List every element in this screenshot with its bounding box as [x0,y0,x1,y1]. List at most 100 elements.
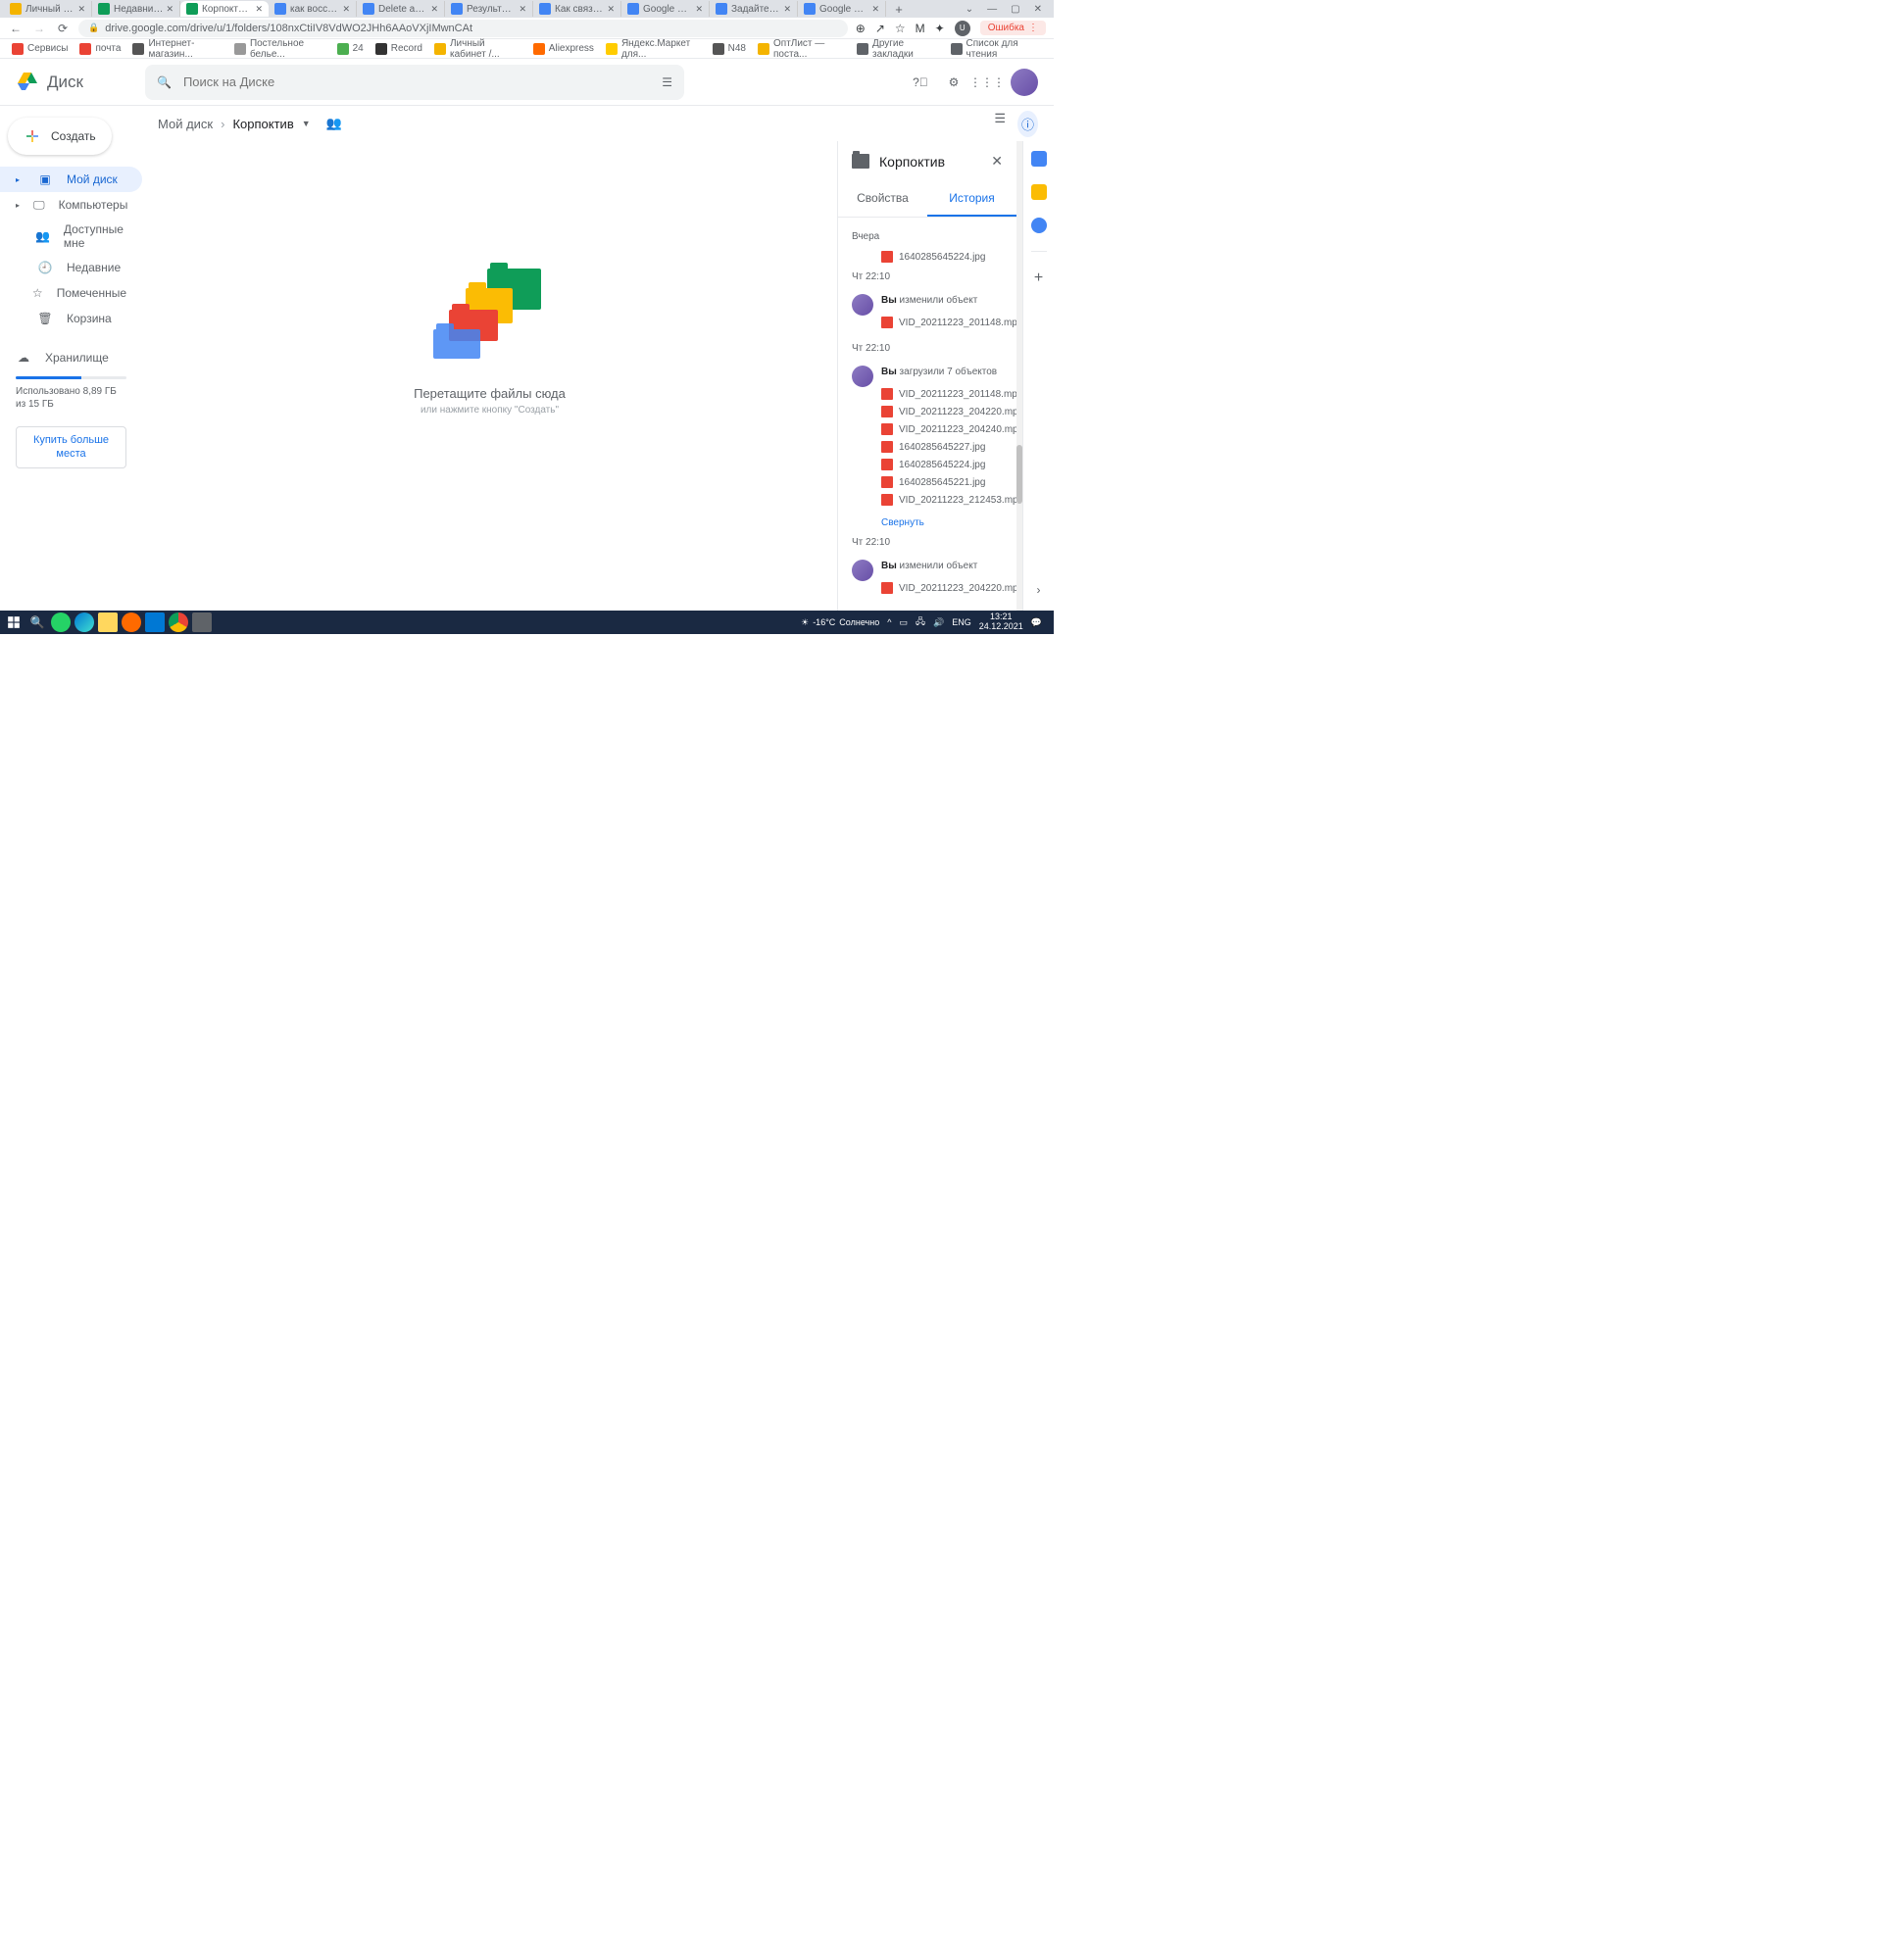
drive-logo[interactable]: Диск [16,71,145,94]
search-box[interactable]: 🔍 ☰ [145,65,684,100]
bookmark-item[interactable]: Список для чтения [947,36,1046,62]
chrome-icon[interactable] [169,612,188,632]
maximize-button[interactable]: ▢ [1011,4,1019,15]
close-tab-icon[interactable]: ✕ [342,4,350,15]
activity-file[interactable]: VID_20211223_212453.mp4 [881,491,1016,509]
close-window-button[interactable]: ✕ [1034,4,1042,15]
sidebar-item-storage[interactable]: ☁ Хранилище [16,345,126,370]
browser-tab[interactable]: как восстановит✕ [269,1,357,17]
browser-tab[interactable]: Как связаться со✕ [533,1,621,17]
sidebar-item-Доступные мне[interactable]: 👥Доступные мне [0,218,142,255]
share-icon[interactable]: ↗ [875,22,885,35]
close-tab-icon[interactable]: ✕ [871,4,879,15]
sidebar-item-Мой диск[interactable]: ▸▣Мой диск [0,167,142,192]
profile-avatar-small[interactable]: U [955,21,970,36]
chevron-down-icon[interactable]: ▼ [302,119,311,128]
sidebar-item-Компьютеры[interactable]: ▸🖵Компьютеры [0,192,142,218]
language-indicator[interactable]: ENG [952,617,971,627]
tray-icon-1[interactable]: ▭ [899,617,908,628]
activity-file[interactable]: VID_20211223_201148.mp4 [881,314,1016,331]
activity-file[interactable]: 1640285645227.jpg [881,438,1016,456]
clock[interactable]: 13:21 24.12.2021 [979,612,1023,632]
sidebar-item-Недавние[interactable]: 🕘Недавние [0,255,142,280]
bookmark-item[interactable]: Яндекс.Маркет для... [602,36,705,62]
bookmark-item[interactable]: ОптЛист — поста... [754,36,849,62]
buy-storage-button[interactable]: Купить больше места [16,426,126,468]
activity-file[interactable]: VID_20211223_201148.mp4 [881,385,1016,403]
chevron-down-icon[interactable]: ⌄ [966,4,973,15]
bookmark-item[interactable]: Личный кабинет /... [430,36,525,62]
search-taskbar-icon[interactable]: 🔍 [27,612,47,632]
browser-tab[interactable]: Google Перевод✕ [798,1,886,17]
new-tab-button[interactable]: + [890,2,908,16]
browser-tab[interactable]: Google Drive Co✕ [621,1,710,17]
info-icon[interactable]: ⓘ [1017,111,1038,137]
bookmark-item[interactable]: Другие закладки [853,36,942,62]
apps-grid-icon[interactable]: ⋮⋮⋮ [977,73,997,92]
gmail-icon[interactable]: M [916,22,925,35]
whatsapp-icon[interactable] [51,612,71,632]
bookmark-item[interactable]: 24 [333,36,368,62]
close-panel-button[interactable]: ✕ [991,153,1003,170]
activity-file[interactable]: 1640285645224.jpg [838,248,1016,266]
collapse-rail-button[interactable]: › [1037,583,1041,597]
settings-icon[interactable]: ⚙ [944,73,964,92]
activity-file[interactable]: 1640285645224.jpg [881,456,1016,473]
bookmark-item[interactable]: почта [75,36,124,62]
bookmark-item[interactable]: Сервисы [8,36,72,62]
close-tab-icon[interactable]: ✕ [607,4,615,15]
extensions-icon[interactable]: ✦ [935,22,945,35]
close-tab-icon[interactable]: ✕ [430,4,438,15]
bookmark-item[interactable]: Aliexpress [529,36,598,62]
notifications-icon[interactable]: 💬 [1031,617,1042,628]
close-tab-icon[interactable]: ✕ [166,4,173,15]
profile-avatar[interactable] [1011,69,1038,96]
list-view-icon[interactable]: ☰ [994,111,1006,137]
star-icon[interactable]: ☆ [895,22,906,35]
browser-tab[interactable]: Задайте вопрос✕ [710,1,798,17]
url-input[interactable]: 🔒 drive.google.com/drive/u/1/folders/108… [78,20,848,37]
close-tab-icon[interactable]: ✕ [695,4,703,15]
browser-tab[interactable]: Личный кабинет✕ [4,1,92,17]
bookmark-item[interactable]: Record [371,36,426,62]
browser-tab[interactable]: Недавние – Goog✕ [92,1,180,17]
add-addon-button[interactable]: + [1034,270,1043,287]
tab-properties[interactable]: Свойства [838,181,927,217]
tray-chevron-icon[interactable]: ^ [887,617,891,627]
tasks-icon[interactable] [1031,218,1047,233]
calendar-icon[interactable] [1031,151,1047,167]
tab-history[interactable]: История [927,181,1016,217]
bookmark-item[interactable]: Постельное белье... [230,36,329,62]
reload-button[interactable]: ⟳ [55,21,71,36]
close-tab-icon[interactable]: ✕ [255,4,263,15]
bookmark-item[interactable]: Интернет-магазин... [128,36,226,62]
search-options-icon[interactable]: ☰ [662,75,672,89]
breadcrumb-root[interactable]: Мой диск [158,117,213,131]
edge-icon[interactable] [74,612,94,632]
sidebar-item-Корзина[interactable]: 🗑Корзина [0,306,142,331]
close-tab-icon[interactable]: ✕ [519,4,526,15]
bookmark-item[interactable]: N48 [709,36,750,62]
activity-file[interactable]: VID_20211223_204220.mp4 [881,403,1016,420]
scrollbar[interactable] [1016,141,1022,611]
empty-state[interactable]: Перетащите файлы сюда или нажмите кнопку… [142,141,837,611]
browser-tab[interactable]: Результаты поис✕ [445,1,533,17]
scrollbar-thumb[interactable] [1016,445,1022,504]
volume-icon[interactable]: 🔊 [933,617,944,628]
app-icon-1[interactable] [122,612,141,632]
mail-icon[interactable] [145,612,165,632]
explorer-icon[interactable] [98,612,118,632]
network-icon[interactable]: 🖧 [916,614,925,630]
start-button[interactable] [4,612,24,632]
activity-file[interactable]: VID_20211223_204220.mp4 [881,579,1016,597]
back-button[interactable]: ← [8,21,24,36]
search-input[interactable] [183,74,650,89]
install-icon[interactable]: ⊕ [856,22,866,35]
forward-button[interactable]: → [31,21,47,36]
browser-tab[interactable]: Корпоктив – G✕ [180,1,269,17]
app-icon-2[interactable] [192,612,212,632]
browser-tab[interactable]: Delete and restor✕ [357,1,445,17]
keep-icon[interactable] [1031,184,1047,200]
sidebar-item-Помеченные[interactable]: ☆Помеченные [0,280,142,306]
error-badge[interactable]: Ошибка⋮ [980,21,1046,35]
